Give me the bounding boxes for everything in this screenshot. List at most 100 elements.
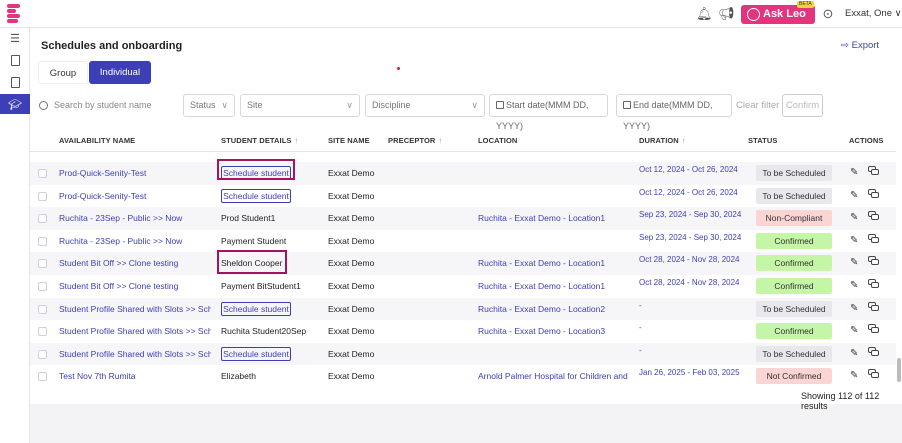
- duration-text: -: [639, 323, 642, 333]
- calendar-icon: [623, 101, 631, 109]
- search-input[interactable]: Search by student name: [38, 94, 178, 117]
- row-checkbox[interactable]: [38, 304, 47, 314]
- availability-name-link[interactable]: Student Profile Shared with Slots >> Sch…: [59, 326, 211, 336]
- chat-icon[interactable]: [868, 166, 880, 176]
- chat-icon[interactable]: [868, 369, 880, 379]
- availability-name-link[interactable]: Test Nov 7th Rumita: [59, 371, 211, 381]
- edit-icon[interactable]: ✎: [850, 235, 858, 246]
- student-name: Ruchita Student20Sep: [221, 326, 307, 337]
- user-menu[interactable]: Exxat, One ∨: [845, 8, 902, 19]
- availability-name-link[interactable]: Student Profile Shared with Slots >> Sch…: [59, 349, 211, 359]
- search-icon: [39, 101, 48, 110]
- edit-icon[interactable]: ✎: [850, 280, 858, 291]
- chat-icon[interactable]: [868, 211, 880, 221]
- schedule-student-button[interactable]: Schedule student: [221, 166, 291, 180]
- availability-name-link[interactable]: Prod-Quick-Senity-Test: [59, 191, 211, 201]
- col-location[interactable]: LOCATION: [478, 136, 517, 145]
- menu-icon[interactable]: ☰: [0, 28, 30, 48]
- calendar-icon: [496, 101, 504, 109]
- site-name: Exxat Demo: [328, 348, 375, 359]
- col-availability-name[interactable]: AVAILABILITY NAME: [59, 136, 135, 145]
- row-checkbox[interactable]: [38, 214, 47, 224]
- col-status[interactable]: STATUS: [748, 136, 778, 145]
- col-student-details[interactable]: STUDENT DETAILS ↑: [221, 136, 298, 145]
- location-link[interactable]: Ruchita - Exxat Demo - Location1: [478, 258, 630, 268]
- availability-name-link[interactable]: Student Bit Off >> Clone testing: [59, 258, 211, 268]
- location-link[interactable]: Ruchita - Exxat Demo - Location2: [478, 304, 630, 314]
- location-link[interactable]: Ruchita - Exxat Demo - Location1: [478, 213, 630, 223]
- chevron-down-icon: ∨: [346, 100, 353, 110]
- chat-icon[interactable]: [868, 188, 880, 199]
- main-panel: Schedules and onboarding ⇨ Export Group …: [30, 28, 902, 411]
- row-checkbox[interactable]: [38, 191, 47, 201]
- table-row: Student Bit Off >> Clone testing Sheldon …: [30, 252, 896, 275]
- sparkle-icon: [747, 8, 760, 21]
- table-row: Ruchita - 23Sep - Public >> Now Prod Stud…: [30, 207, 896, 230]
- row-checkbox[interactable]: [38, 282, 47, 291]
- edit-icon[interactable]: ✎: [850, 303, 858, 314]
- start-date-placeholder: Start date(MMM DD, YYYY): [496, 100, 589, 131]
- edit-icon[interactable]: ✎: [850, 370, 858, 381]
- edit-icon[interactable]: ✎: [850, 212, 858, 223]
- ask-leo-button[interactable]: Ask Leo BETA: [741, 1, 815, 24]
- edit-icon[interactable]: ✎: [850, 257, 858, 268]
- site-name: Exxat Demo: [328, 303, 375, 314]
- sort-arrow-icon: ↑: [294, 136, 299, 145]
- chat-icon[interactable]: [868, 301, 880, 312]
- availability-name-link[interactable]: Student Bit Off >> Clone testing: [59, 281, 211, 291]
- discipline-filter[interactable]: Discipline ∨: [365, 94, 485, 117]
- edit-icon[interactable]: ✎: [850, 190, 858, 201]
- row-checkbox[interactable]: [38, 169, 47, 178]
- col-student-details-label: STUDENT DETAILS: [221, 136, 292, 145]
- chat-icon[interactable]: [868, 346, 880, 357]
- schedule-student-button[interactable]: Schedule student: [221, 301, 291, 316]
- chat-icon[interactable]: [868, 324, 880, 334]
- student-name: Payment Student: [221, 235, 287, 246]
- col-site-name[interactable]: SITE NAME: [328, 136, 370, 145]
- availability-name-link[interactable]: Ruchita - 23Sep - Public >> Now: [59, 213, 211, 223]
- confirm-button[interactable]: Confirm: [782, 94, 823, 117]
- edit-icon[interactable]: ✎: [850, 348, 858, 359]
- chat-icon[interactable]: [868, 279, 880, 289]
- schedule-student-button[interactable]: Schedule student: [221, 346, 291, 361]
- cursor-dot: [397, 67, 400, 70]
- row-checkbox[interactable]: [38, 259, 47, 269]
- site-filter[interactable]: Site ∨: [240, 94, 360, 117]
- start-date-input[interactable]: Start date(MMM DD, YYYY): [489, 94, 608, 131]
- row-checkbox[interactable]: [38, 349, 47, 359]
- page-title: Schedules and onboarding: [41, 40, 183, 52]
- location-link[interactable]: Ruchita - Exxat Demo - Location1: [478, 281, 630, 291]
- edit-icon[interactable]: ✎: [850, 167, 858, 178]
- status-filter[interactable]: Status ∨: [183, 94, 235, 117]
- document-icon[interactable]: [0, 50, 30, 70]
- graduation-cap-icon[interactable]: 🎓︎: [0, 94, 30, 114]
- col-preceptor[interactable]: PRECEPTOR ↑: [388, 136, 442, 145]
- availability-name-link[interactable]: Ruchita - 23Sep - Public >> Now: [59, 236, 211, 246]
- location-link[interactable]: Arnold Palmer Hospital for Children and …: [478, 371, 630, 381]
- availability-name-link[interactable]: Prod-Quick-Senity-Test: [59, 168, 211, 178]
- schedule-student-button[interactable]: Schedule student: [221, 188, 291, 203]
- megaphone-icon[interactable]: 📢︎: [718, 6, 735, 22]
- row-checkbox[interactable]: [38, 372, 47, 382]
- tab-individual[interactable]: Individual: [89, 61, 151, 84]
- edit-icon[interactable]: ✎: [850, 325, 858, 336]
- availability-name-link[interactable]: Student Profile Shared with Slots >> Sch…: [59, 304, 211, 314]
- export-button[interactable]: ⇨ Export: [841, 40, 879, 51]
- bell-icon[interactable]: 🔔︎: [696, 6, 713, 22]
- chat-icon[interactable]: [868, 256, 880, 266]
- exxat-logo-icon[interactable]: [7, 4, 20, 23]
- location-link[interactable]: Ruchita - Exxat Demo - Location3: [478, 326, 630, 336]
- document-list-icon[interactable]: [0, 72, 30, 92]
- row-checkbox[interactable]: [38, 327, 47, 337]
- search-placeholder: Search by student name: [54, 100, 152, 110]
- ask-leo-label: Ask Leo: [763, 8, 806, 20]
- chat-icon[interactable]: [868, 233, 880, 244]
- duration-text: -: [639, 300, 642, 310]
- row-checkbox[interactable]: [38, 236, 47, 246]
- tab-group[interactable]: Group: [38, 61, 88, 84]
- help-icon[interactable]: ⊙: [820, 6, 836, 22]
- scrollbar[interactable]: [897, 358, 901, 382]
- col-duration[interactable]: DURATION ↑: [639, 136, 686, 145]
- end-date-input[interactable]: End date(MMM DD, YYYY): [616, 94, 732, 131]
- clear-filter-button[interactable]: Clear filter: [736, 94, 779, 117]
